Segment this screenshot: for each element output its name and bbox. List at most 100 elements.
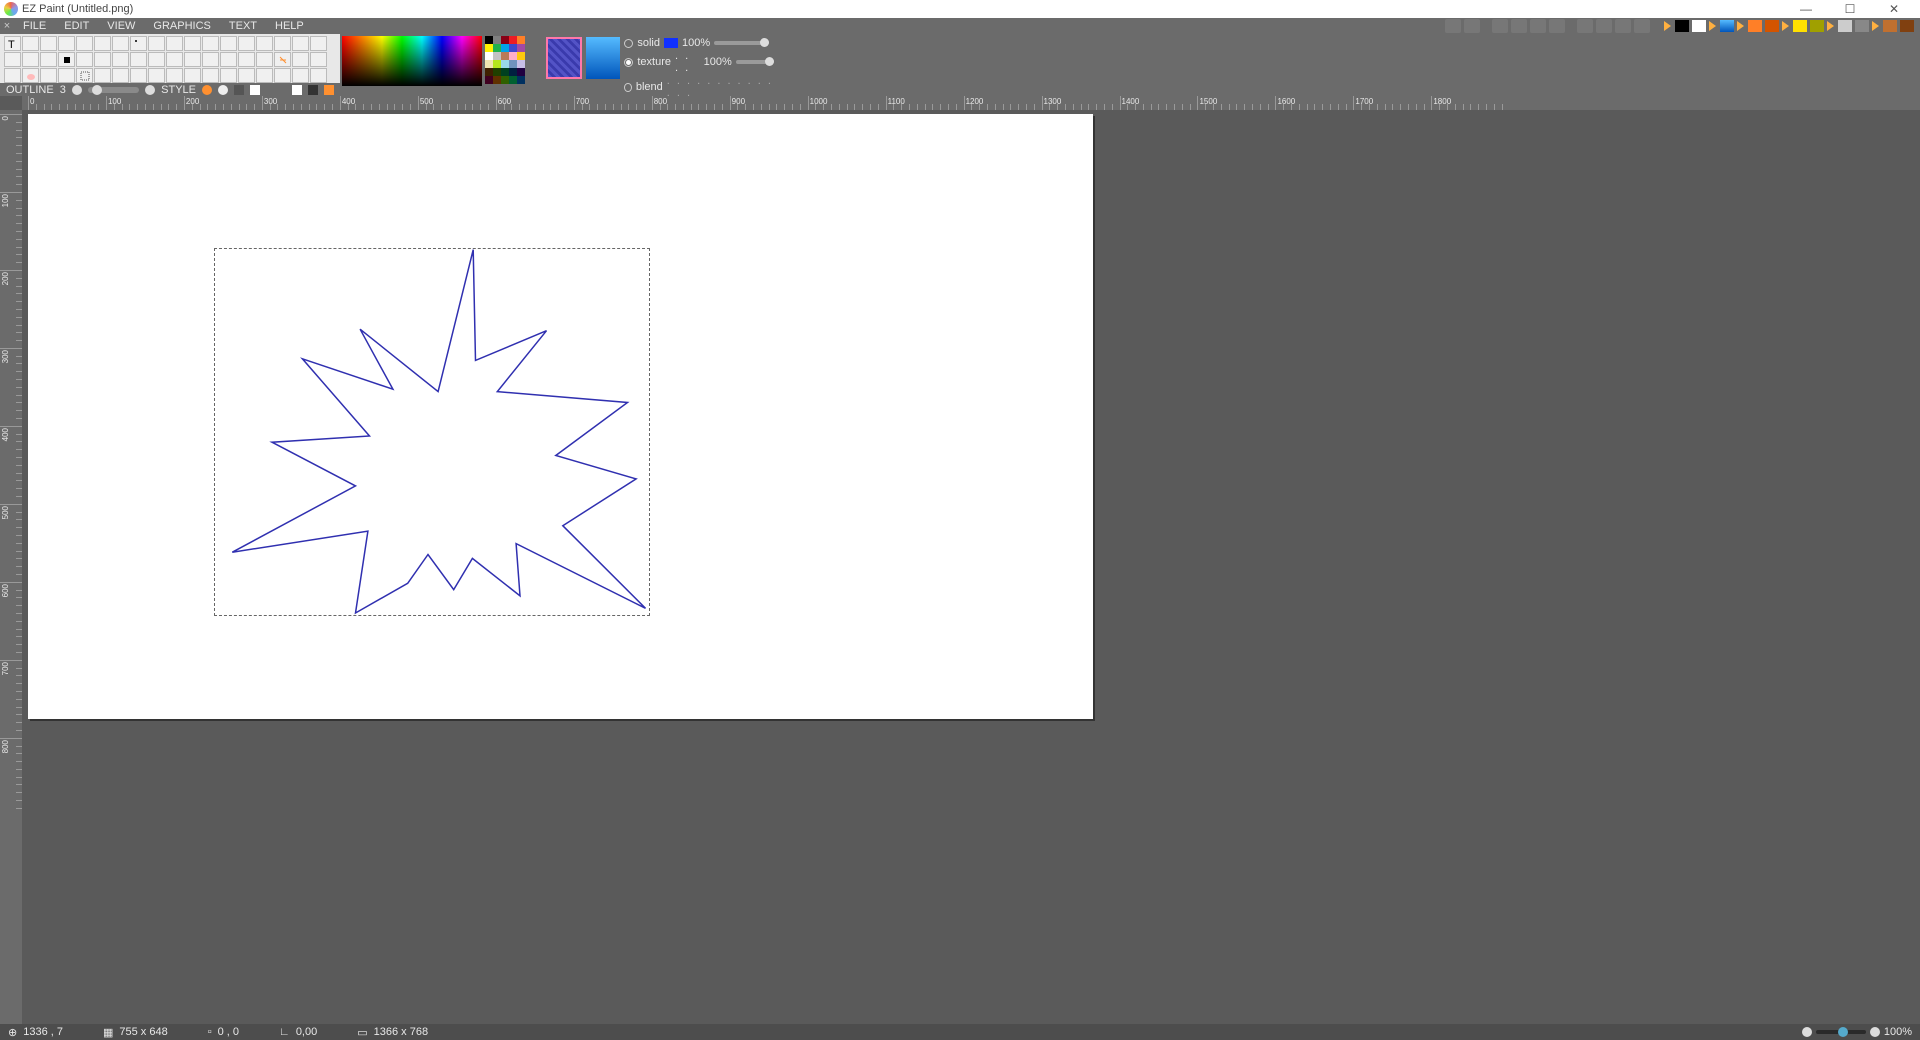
swatch-1[interactable] <box>493 36 501 44</box>
tool-13[interactable] <box>238 36 255 51</box>
style-round2-icon[interactable] <box>218 85 228 95</box>
tool-30[interactable] <box>220 52 237 67</box>
swatch-17[interactable] <box>501 60 509 68</box>
tool-19[interactable] <box>22 52 39 67</box>
tool-7[interactable] <box>130 36 147 51</box>
palette-sw-black[interactable] <box>1675 20 1689 32</box>
fill-solid-color[interactable] <box>664 38 678 48</box>
palette-sw-gray1[interactable] <box>1838 20 1852 32</box>
fill-texture-radio[interactable] <box>624 58 633 67</box>
tool-12[interactable] <box>220 36 237 51</box>
menu-help[interactable]: HELP <box>266 20 313 32</box>
style-square-icon[interactable] <box>234 85 244 95</box>
cut-icon[interactable] <box>1577 19 1593 33</box>
palette-tri-6[interactable] <box>1872 21 1879 31</box>
menu-graphics[interactable]: GRAPHICS <box>144 20 219 32</box>
menu-file[interactable]: FILE <box>14 20 55 32</box>
tool-28[interactable] <box>184 52 201 67</box>
zoom-control[interactable]: 100% <box>1802 1026 1912 1038</box>
tool-37[interactable] <box>22 68 39 83</box>
swatch-28[interactable] <box>509 76 517 84</box>
swatch-11[interactable] <box>493 52 501 60</box>
tool-45[interactable] <box>166 68 183 83</box>
maximize-button[interactable]: ☐ <box>1828 0 1872 18</box>
swatch-22[interactable] <box>501 68 509 76</box>
outline-slider[interactable] <box>88 87 139 93</box>
tool-6[interactable] <box>112 36 129 51</box>
tool-0[interactable]: T <box>4 36 21 51</box>
close-button[interactable]: ✕ <box>1872 0 1916 18</box>
tool-1[interactable] <box>22 36 39 51</box>
current-texture-swatch[interactable] <box>546 37 582 79</box>
swatch-23[interactable] <box>509 68 517 76</box>
tool-33[interactable] <box>274 52 291 67</box>
tool-22[interactable] <box>76 52 93 67</box>
tool-41[interactable] <box>94 68 111 83</box>
swatch-7[interactable] <box>501 44 509 52</box>
tool-9[interactable] <box>166 36 183 51</box>
swatch-4[interactable] <box>517 36 525 44</box>
fill-solid-icon[interactable] <box>308 85 318 95</box>
tool-48[interactable] <box>220 68 237 83</box>
palette-sw-brown2[interactable] <box>1900 20 1914 32</box>
style-outline-icon[interactable] <box>250 85 260 95</box>
swatch-10[interactable] <box>485 52 493 60</box>
tool-40[interactable] <box>76 68 93 83</box>
menu-edit[interactable]: EDIT <box>55 20 98 32</box>
tool-50[interactable] <box>256 68 273 83</box>
tool-27[interactable] <box>166 52 183 67</box>
tool-10[interactable] <box>184 36 201 51</box>
copy-icon[interactable] <box>1596 19 1612 33</box>
current-gradient-swatch[interactable] <box>586 37 621 79</box>
swatch-14[interactable] <box>517 52 525 60</box>
fill-solid-radio[interactable] <box>624 39 633 48</box>
palette-tri-4[interactable] <box>1782 21 1789 31</box>
tool-20[interactable] <box>40 52 57 67</box>
tool-14[interactable] <box>256 36 273 51</box>
print-icon[interactable] <box>1549 19 1565 33</box>
tool-17[interactable] <box>310 36 327 51</box>
zoom-slider[interactable] <box>1816 1030 1866 1034</box>
minimize-button[interactable]: ― <box>1784 0 1828 18</box>
tool-3[interactable] <box>58 36 75 51</box>
delete-icon[interactable] <box>1634 19 1650 33</box>
tool-4[interactable] <box>76 36 93 51</box>
tool-16[interactable] <box>292 36 309 51</box>
palette-sw-yellow2[interactable] <box>1810 20 1824 32</box>
swatch-29[interactable] <box>517 76 525 84</box>
tool-2[interactable] <box>40 36 57 51</box>
tool-51[interactable] <box>274 68 291 83</box>
open-icon[interactable] <box>1511 19 1527 33</box>
tool-46[interactable] <box>184 68 201 83</box>
fill-blend-radio[interactable] <box>624 83 632 92</box>
palette-sw-brown1[interactable] <box>1883 20 1897 32</box>
palette-tri-2[interactable] <box>1709 21 1716 31</box>
swatch-18[interactable] <box>509 60 517 68</box>
paste-icon[interactable] <box>1615 19 1631 33</box>
zoom-in-icon[interactable] <box>1870 1027 1880 1037</box>
tool-52[interactable] <box>292 68 309 83</box>
swatch-2[interactable] <box>501 36 509 44</box>
swatch-25[interactable] <box>485 76 493 84</box>
tool-47[interactable] <box>202 68 219 83</box>
swatch-13[interactable] <box>509 52 517 60</box>
swatch-8[interactable] <box>509 44 517 52</box>
tool-25[interactable] <box>130 52 147 67</box>
new-icon[interactable] <box>1492 19 1508 33</box>
outline-knob-left[interactable] <box>72 85 82 95</box>
tool-29[interactable] <box>202 52 219 67</box>
tool-35[interactable] <box>310 52 327 67</box>
tool-38[interactable] <box>40 68 57 83</box>
tool-8[interactable] <box>148 36 165 51</box>
swatch-20[interactable] <box>485 68 493 76</box>
swatch-12[interactable] <box>501 52 509 60</box>
palette-sw-orange2[interactable] <box>1765 20 1779 32</box>
tool-44[interactable] <box>148 68 165 83</box>
palette-tri-3[interactable] <box>1737 21 1744 31</box>
tool-5[interactable] <box>94 36 111 51</box>
outline-knob-right[interactable] <box>145 85 155 95</box>
menu-text[interactable]: TEXT <box>220 20 266 32</box>
palette-sw-blue[interactable] <box>1720 20 1734 32</box>
swatch-27[interactable] <box>501 76 509 84</box>
fill-solid-slider[interactable] <box>714 41 769 45</box>
